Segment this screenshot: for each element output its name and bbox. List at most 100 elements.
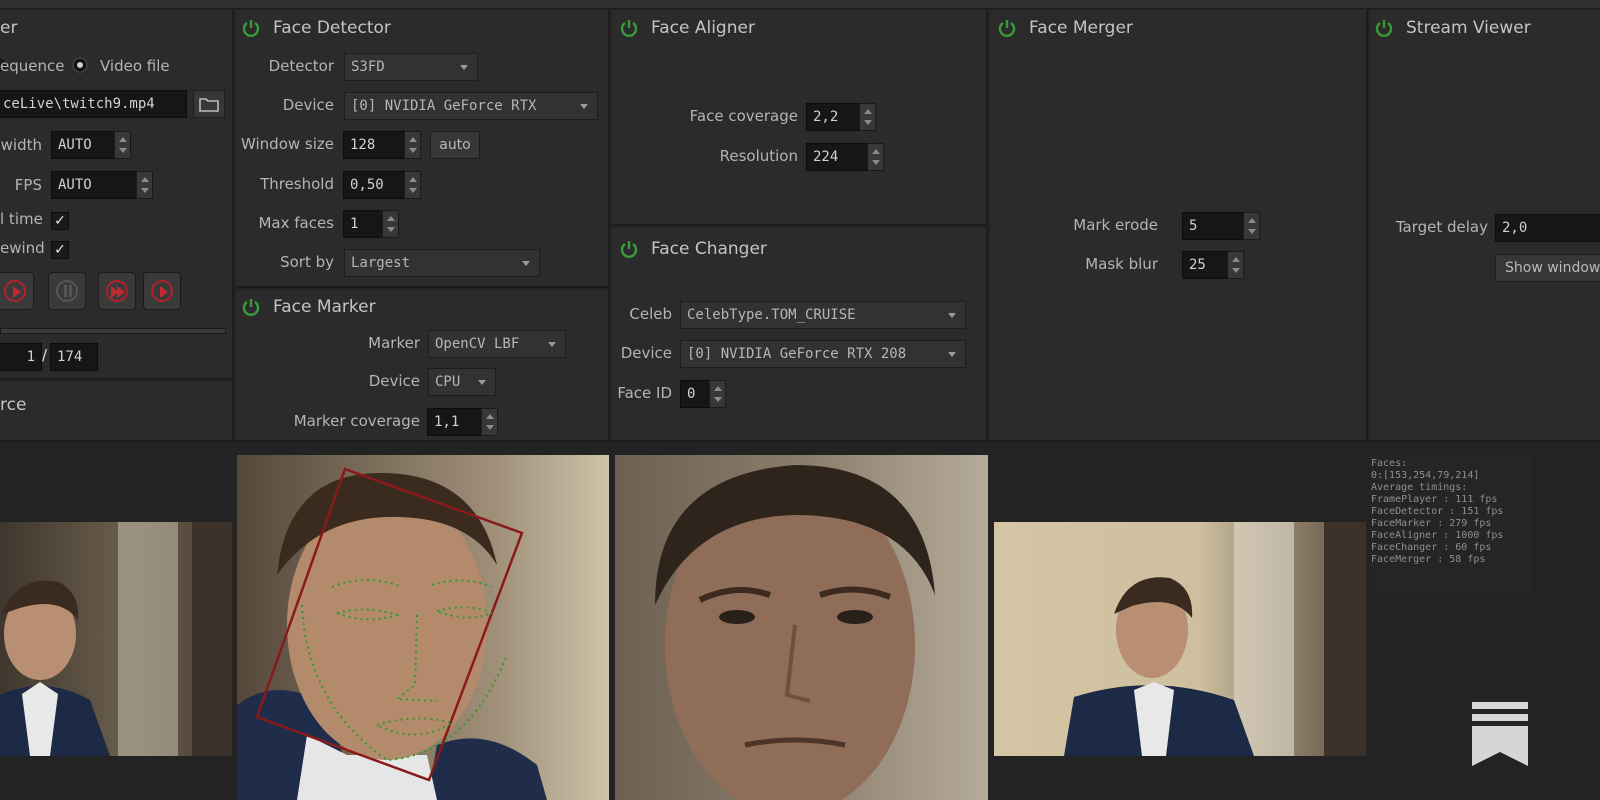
face-coverage-input[interactable]: 2,2 xyxy=(806,103,860,131)
title-bar xyxy=(0,0,1600,9)
target-width-label: width xyxy=(0,136,42,154)
face-changer-panel: Face Changer Celeb CelebType.TOM_CRUISE … xyxy=(612,228,988,442)
realtime-checkbox[interactable]: ✓ xyxy=(51,212,69,230)
power-icon[interactable] xyxy=(618,17,640,39)
power-icon[interactable] xyxy=(1373,17,1395,39)
marker-value: OpenCV LBF xyxy=(435,336,520,352)
celeb-dropdown[interactable]: CelebType.TOM_CRUISE xyxy=(680,301,966,329)
target-delay-input[interactable]: 2,0 xyxy=(1495,214,1600,242)
pause-button[interactable] xyxy=(48,272,86,310)
mask-blur-input[interactable]: 25 xyxy=(1182,251,1228,279)
face-aligner-panel: Face Aligner Face coverage 2,2 Resolutio… xyxy=(612,10,988,226)
power-icon[interactable] xyxy=(240,296,262,318)
changer-device-dropdown[interactable]: [0] NVIDIA GeForce RTX 208 xyxy=(680,340,966,368)
sort-by-value: Largest xyxy=(351,255,411,271)
resolution-label: Resolution xyxy=(719,147,798,165)
marker-coverage-input[interactable]: 1,1 xyxy=(427,408,482,436)
record-button[interactable] xyxy=(0,272,34,310)
browse-folder-button[interactable] xyxy=(193,90,225,118)
face-coverage-label: Face coverage xyxy=(689,107,798,125)
face-id-spinner[interactable] xyxy=(709,380,726,408)
stats-line: FaceDetector : 151 fps xyxy=(1371,506,1504,517)
stream-viewer-panel: Stream Viewer Target delay 2,0 Show wind… xyxy=(1370,10,1600,442)
power-icon[interactable] xyxy=(996,17,1018,39)
frame-slider[interactable] xyxy=(0,328,226,334)
power-icon[interactable] xyxy=(618,238,640,260)
frame-separator: / xyxy=(42,346,48,364)
mark-erode-input[interactable]: 5 xyxy=(1182,212,1244,240)
autorewind-checkbox[interactable]: ✓ xyxy=(51,241,69,259)
mark-erode-spinner[interactable] xyxy=(1243,212,1260,240)
chevron-down-icon xyxy=(580,104,588,109)
face-merger-panel: Face Merger Mark erode 5 Mask blur 25 xyxy=(990,10,1368,442)
sort-by-dropdown[interactable]: Largest xyxy=(344,249,540,277)
frame-current-input[interactable]: 1 xyxy=(0,343,42,371)
resolution-input[interactable]: 224 xyxy=(806,143,868,171)
stats-line: FaceAligner : 1000 fps xyxy=(1371,530,1504,541)
bookmark-logo-icon xyxy=(1472,702,1528,766)
marker-device-dropdown[interactable]: CPU xyxy=(428,368,496,396)
changer-frame-preview xyxy=(615,455,988,800)
target-width-input[interactable]: AUTO xyxy=(51,131,115,159)
realtime-label: l time xyxy=(0,210,43,228)
stats-line: Average timings: xyxy=(1371,482,1468,493)
merger-frame-preview xyxy=(994,522,1366,756)
autorewind-label: ewind xyxy=(0,239,45,257)
stats-line: Faces: xyxy=(1371,458,1408,469)
sort-by-label: Sort by xyxy=(280,253,334,271)
target-width-spinner[interactable] xyxy=(114,131,131,159)
marker-coverage-spinner[interactable] xyxy=(481,408,498,436)
mark-erode-label: Mark erode xyxy=(1073,216,1158,234)
stats-line: FramePlayer : 111 fps xyxy=(1371,494,1498,505)
radio-video-file-label: Video file xyxy=(100,57,170,75)
changer-device-value: [0] NVIDIA GeForce RTX 208 xyxy=(687,346,907,362)
marker-dropdown[interactable]: OpenCV LBF xyxy=(428,330,566,358)
device-value: [0] NVIDIA GeForce RTX xyxy=(351,98,537,114)
panel-title: Face Merger xyxy=(1029,18,1133,38)
frame-total-value: 174 xyxy=(50,343,98,371)
person-image xyxy=(0,522,232,756)
celeb-label: Celeb xyxy=(629,305,672,323)
window-size-input[interactable]: 128 xyxy=(343,131,405,159)
changer-device-label: Device xyxy=(620,344,672,362)
swapped-face-image xyxy=(655,465,935,800)
seek-begin-button[interactable] xyxy=(98,272,136,310)
threshold-input[interactable]: 0,50 xyxy=(343,171,405,199)
power-icon[interactable] xyxy=(240,17,262,39)
max-faces-spinner[interactable] xyxy=(382,210,399,238)
fps-label: FPS xyxy=(14,176,42,194)
threshold-spinner[interactable] xyxy=(404,171,421,199)
fps-spinner[interactable] xyxy=(136,171,153,199)
chevron-down-icon xyxy=(548,342,556,347)
show-window-button[interactable]: Show window xyxy=(1495,254,1600,282)
face-coverage-spinner[interactable] xyxy=(859,103,876,131)
panel-title: er xyxy=(0,18,18,38)
play-button[interactable] xyxy=(143,272,181,310)
resolution-spinner[interactable] xyxy=(867,143,884,171)
panel-title: Face Changer xyxy=(651,239,767,259)
panel-title: Face Aligner xyxy=(651,18,755,38)
window-size-label: Window size xyxy=(241,135,334,153)
mask-blur-spinner[interactable] xyxy=(1227,251,1244,279)
marker-label: Marker xyxy=(368,334,420,352)
stats-line: FaceMarker : 279 fps xyxy=(1371,518,1492,529)
max-faces-input[interactable]: 1 xyxy=(343,210,383,238)
stats-line: 0:[153,254,79,214] xyxy=(1371,470,1480,481)
detector-frame-preview xyxy=(237,455,609,800)
window-size-spinner[interactable] xyxy=(404,131,421,159)
face-id-input[interactable]: 0 xyxy=(680,380,710,408)
auto-button[interactable]: auto xyxy=(430,131,480,159)
chevron-down-icon xyxy=(948,352,956,357)
threshold-label: Threshold xyxy=(260,175,334,193)
chevron-down-icon xyxy=(522,261,530,266)
file-path-input[interactable]: ceLive\twitch9.mp4 xyxy=(0,90,187,118)
device-dropdown[interactable]: [0] NVIDIA GeForce RTX xyxy=(344,92,598,120)
radio-image-sequence-label: equence xyxy=(0,57,65,75)
face-marker-panel: Face Marker Marker OpenCV LBF Device CPU… xyxy=(236,290,610,442)
marker-device-label: Device xyxy=(368,372,420,390)
folder-icon xyxy=(199,98,219,112)
radio-video-file[interactable] xyxy=(72,57,88,73)
merged-person-image xyxy=(1064,522,1366,756)
detector-dropdown[interactable]: S3FD xyxy=(344,53,478,81)
fps-input[interactable]: AUTO xyxy=(51,171,137,199)
